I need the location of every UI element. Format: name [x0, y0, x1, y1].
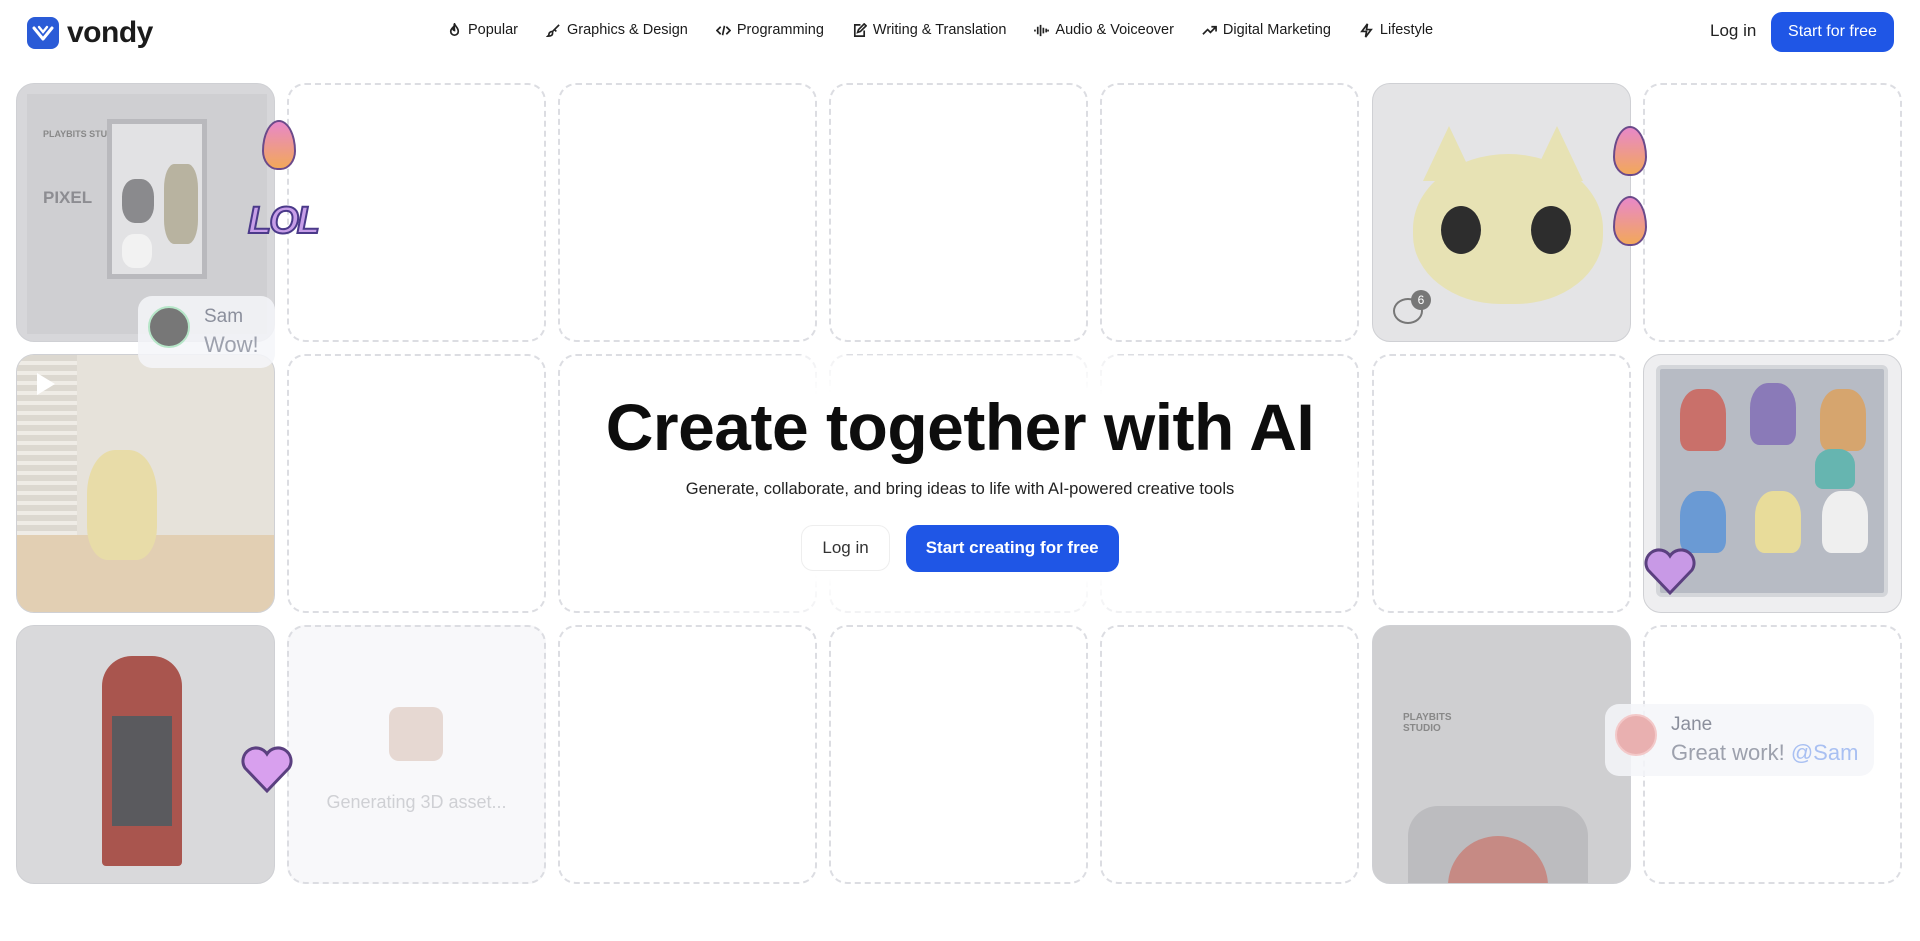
empty-slot [1372, 354, 1631, 613]
brush-icon [545, 23, 560, 37]
hero-start-button[interactable]: Start creating for free [905, 524, 1119, 572]
category-nav: Popular Graphics & Design Programming Wr… [447, 22, 1461, 38]
card-box-detail[interactable]: PLAYBITS STUDIO [1372, 625, 1631, 884]
edit-icon [853, 22, 867, 37]
brand-logo[interactable]: vondy [27, 16, 153, 50]
play-icon[interactable] [37, 373, 55, 395]
nav-label: Digital Marketing [1222, 22, 1331, 38]
packaging-window [107, 119, 207, 279]
cat-figure-image [87, 450, 157, 560]
empty-slot [1643, 83, 1902, 342]
avatar [148, 306, 190, 348]
header-start-button[interactable]: Start for free [1771, 12, 1894, 52]
empty-slot [287, 354, 546, 613]
chat-bubble-jane: Jane Great work! @Sam [1605, 704, 1875, 776]
hero-subtitle: Generate, collaborate, and bring ideas t… [685, 479, 1235, 498]
nav-audio-voiceover[interactable]: Audio & Voiceover [1034, 22, 1174, 38]
brand-name: vondy [67, 16, 153, 49]
display-stand-image [102, 656, 182, 866]
top-header: vondy Popular Graphics & Design Programm… [0, 0, 1920, 64]
nav-label: Writing & Translation [872, 22, 1007, 38]
empty-slot [1100, 625, 1359, 884]
flame-icon [449, 22, 460, 36]
empty-slot [558, 625, 817, 884]
nav-digital-marketing[interactable]: Digital Marketing [1202, 22, 1331, 38]
chat-author: Jane [1671, 714, 1713, 735]
mention: @Sam [1790, 740, 1859, 765]
generating-status: Generating 3D asset... [326, 792, 507, 812]
card-generating: Generating 3D asset... [287, 625, 546, 884]
nav-graphics-design[interactable]: Graphics & Design [545, 22, 688, 38]
hero-section: Create together with AI Generate, collab… [560, 390, 1360, 572]
chat-message: Wow! [204, 332, 259, 357]
nav-label: Graphics & Design [566, 22, 688, 38]
nav-label: Programming [736, 22, 824, 38]
packaging-title: PIXEL [43, 188, 93, 207]
empty-slot [829, 625, 1088, 884]
chat-bubble-sam: Sam Wow! [138, 296, 275, 368]
code-icon [715, 25, 731, 35]
empty-slot [558, 83, 817, 342]
heart-sticker-icon [1643, 546, 1697, 596]
nav-lifestyle[interactable]: Lifestyle [1359, 22, 1433, 38]
bolt-icon [1360, 22, 1373, 38]
cat-head-image [1413, 154, 1603, 304]
hero-login-button[interactable]: Log in [801, 524, 890, 571]
empty-slot [829, 83, 1088, 342]
card-cat-figure[interactable]: 6 [1372, 83, 1631, 342]
hero-actions: Log in Start creating for free [560, 524, 1360, 572]
card-retail-display[interactable] [16, 625, 275, 884]
chat-message: Great work! @Sam [1671, 740, 1859, 765]
heart-sticker-icon [240, 744, 294, 794]
lol-sticker-icon: LOL [247, 199, 321, 243]
comment-count-badge: 6 [1411, 290, 1431, 310]
trend-up-icon [1202, 25, 1217, 35]
nav-label: Lifestyle [1379, 22, 1434, 38]
hero-title: Create together with AI [605, 390, 1315, 464]
nav-popular[interactable]: Popular [447, 22, 518, 38]
chat-author: Sam [204, 306, 244, 327]
nav-label: Audio & Voiceover [1055, 22, 1174, 38]
avatar [1615, 714, 1657, 756]
nav-programming[interactable]: Programming [715, 22, 824, 38]
nav-label: Popular [468, 22, 518, 38]
empty-slot [287, 83, 546, 342]
generating-thumbnail [389, 707, 443, 761]
vondy-logo-icon [27, 17, 59, 49]
waveform-icon [1034, 24, 1050, 36]
card-video-scene[interactable] [16, 354, 275, 613]
nav-writing-translation[interactable]: Writing & Translation [852, 22, 1007, 38]
header-login-link[interactable]: Log in [1710, 21, 1756, 41]
empty-slot [1100, 83, 1359, 342]
box-brand: PLAYBITS STUDIO [1403, 712, 1452, 734]
